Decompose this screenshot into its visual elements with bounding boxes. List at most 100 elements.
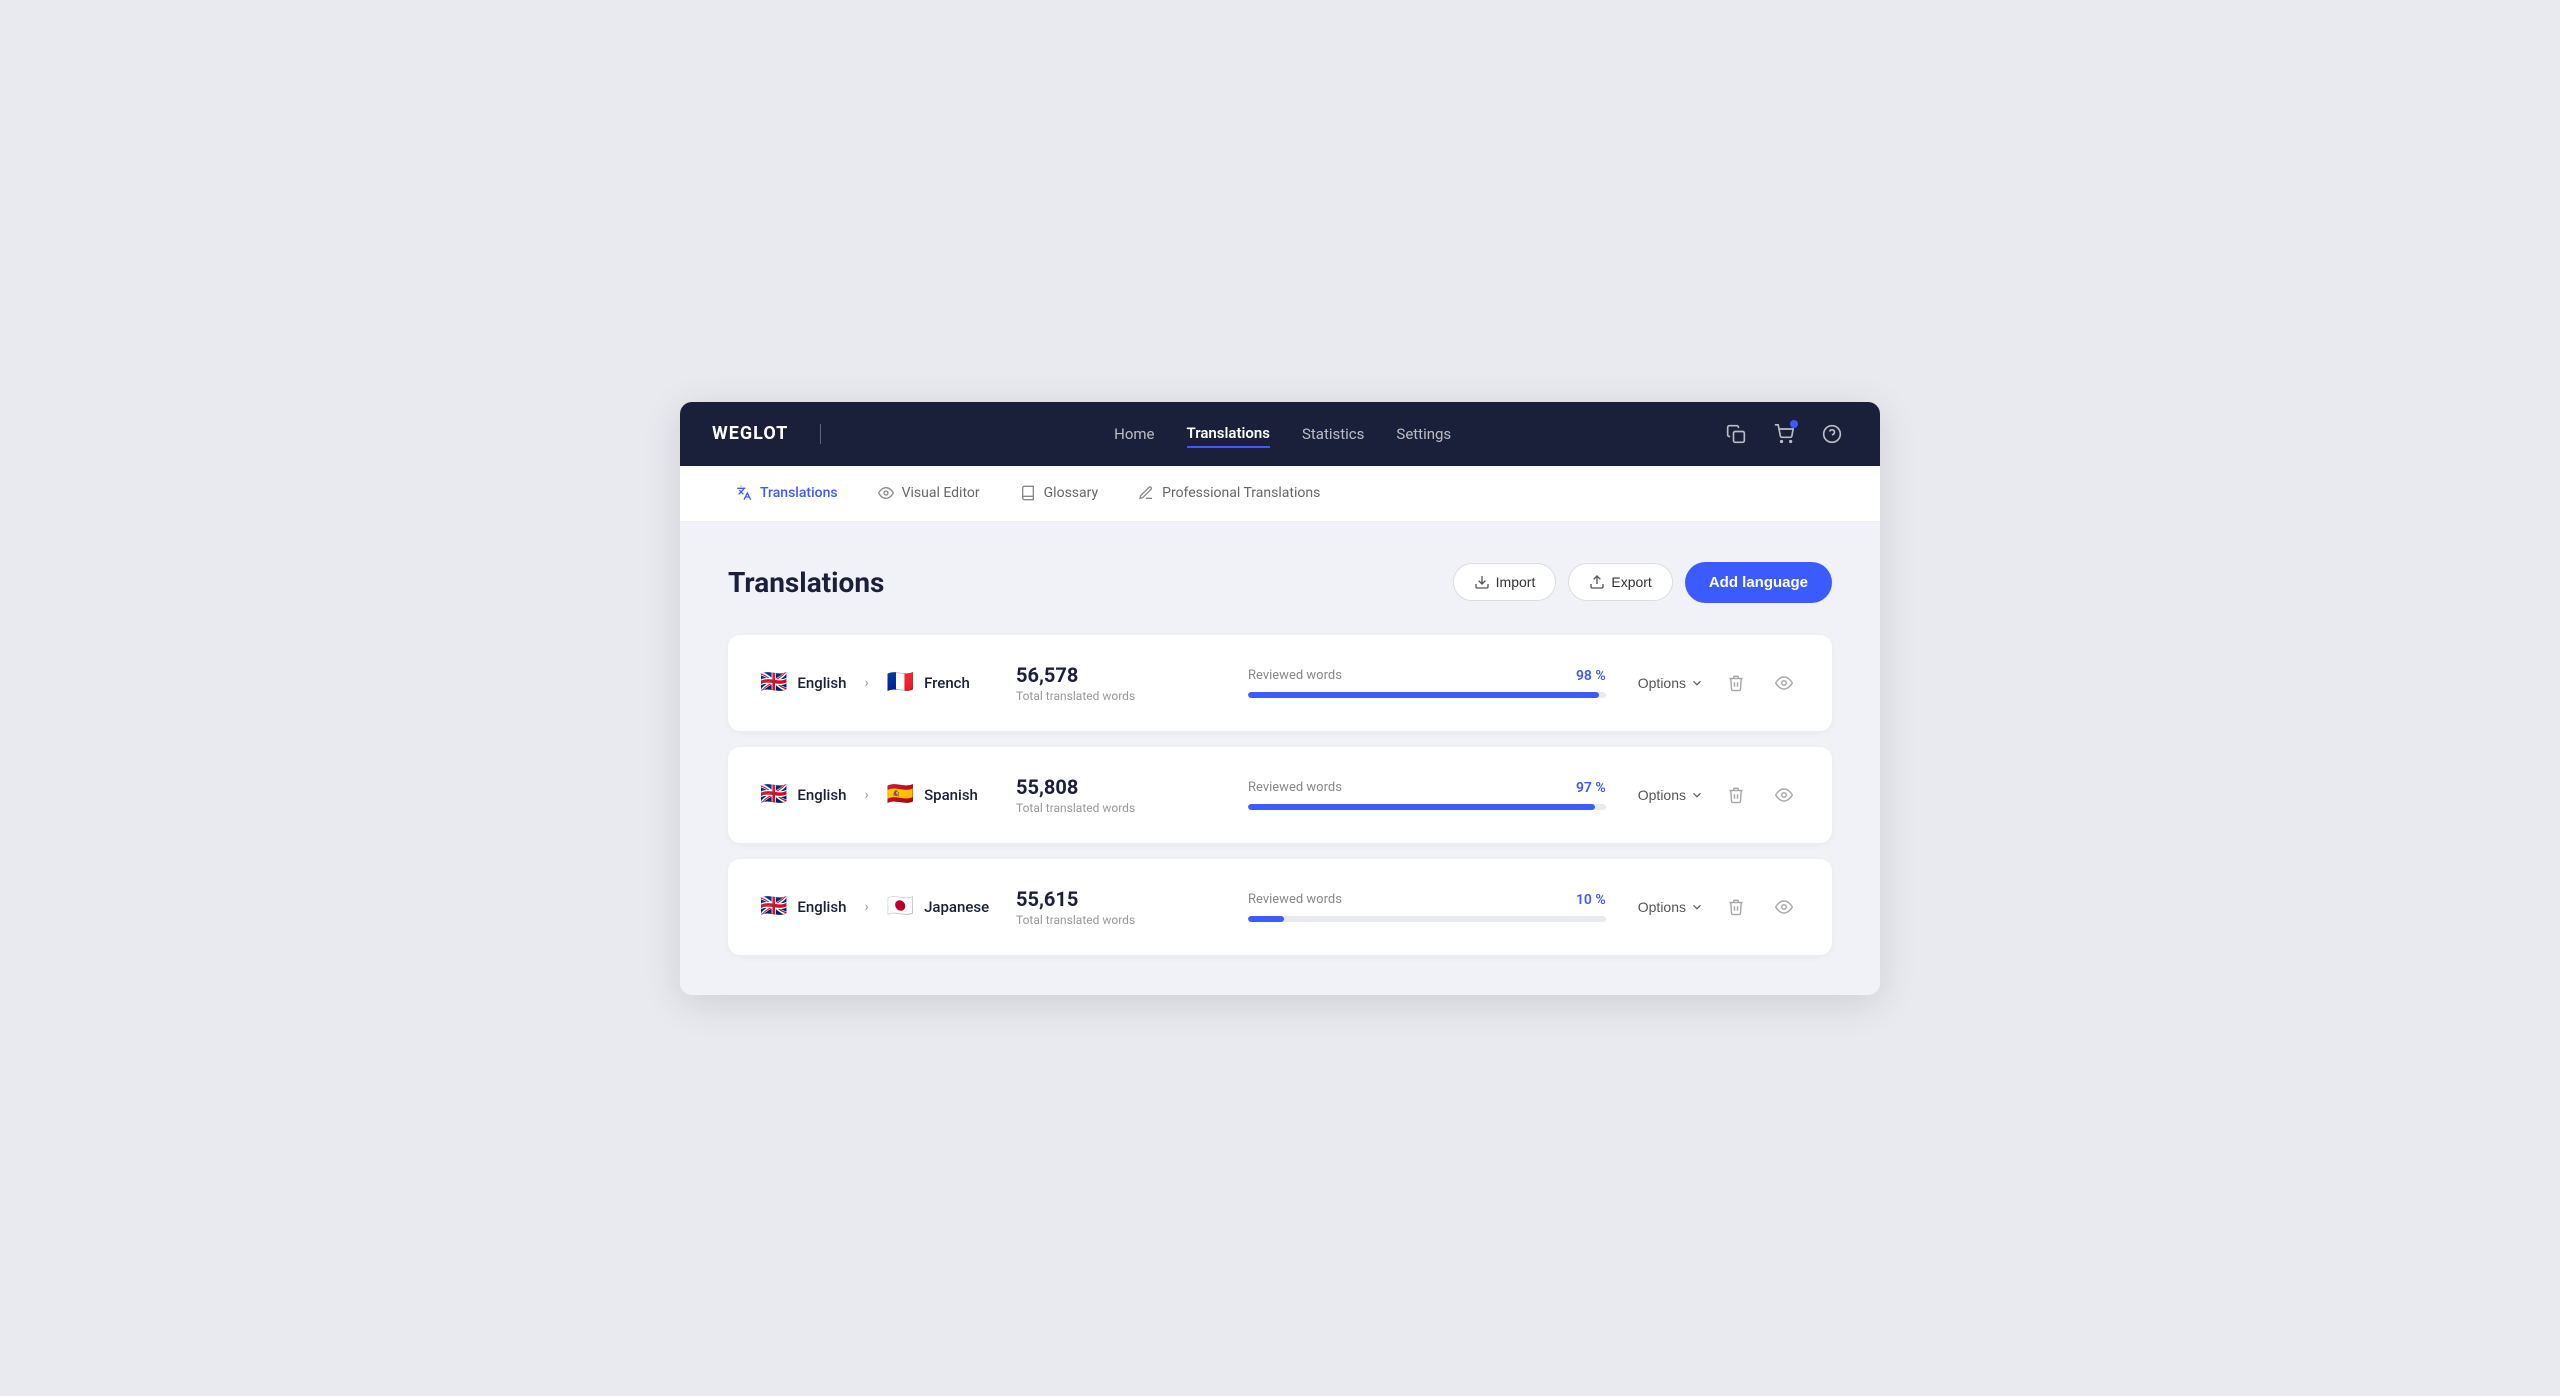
word-count-section-1: 55,808 Total translated words bbox=[1016, 775, 1216, 815]
book-icon bbox=[1020, 485, 1036, 501]
progress-header-0: Reviewed words 98 % bbox=[1248, 668, 1606, 684]
progress-section-1: Reviewed words 97 % bbox=[1248, 780, 1606, 810]
subnav-translations-label: Translations bbox=[760, 485, 838, 501]
trash-icon bbox=[1727, 898, 1745, 916]
help-icon-button[interactable] bbox=[1816, 418, 1848, 450]
visibility-button-2[interactable] bbox=[1768, 891, 1800, 923]
progress-header-2: Reviewed words 10 % bbox=[1248, 892, 1606, 908]
trash-icon bbox=[1727, 786, 1745, 804]
word-count-label-0: Total translated words bbox=[1016, 689, 1216, 703]
delete-button-1[interactable] bbox=[1720, 779, 1752, 811]
import-label: Import bbox=[1496, 574, 1536, 590]
arrow-0: › bbox=[864, 675, 868, 691]
translation-card: 🇬🇧 English › 🇯🇵 Japanese 55,615 Total tr… bbox=[728, 859, 1832, 955]
subnav-visual-editor-label: Visual Editor bbox=[902, 485, 980, 501]
help-icon bbox=[1822, 424, 1842, 444]
target-lang-2: Japanese bbox=[924, 898, 989, 916]
progress-pct-1: 97 % bbox=[1576, 780, 1606, 796]
progress-pct-0: 98 % bbox=[1576, 668, 1606, 684]
nav-settings[interactable]: Settings bbox=[1396, 421, 1451, 447]
eye-icon bbox=[878, 485, 894, 501]
import-button[interactable]: Import bbox=[1453, 563, 1557, 601]
progress-pct-2: 10 % bbox=[1576, 892, 1606, 908]
progress-bar-track-0 bbox=[1248, 692, 1606, 698]
cart-icon-button[interactable] bbox=[1768, 418, 1800, 450]
target-lang-1: Spanish bbox=[924, 786, 978, 804]
word-count-2: 55,615 bbox=[1016, 887, 1216, 911]
progress-bar-track-2 bbox=[1248, 916, 1606, 922]
arrow-1: › bbox=[864, 787, 868, 803]
eye-visibility-icon bbox=[1775, 898, 1793, 916]
trash-icon bbox=[1727, 674, 1745, 692]
lang-pair: 🇬🇧 English › 🇪🇸 Spanish bbox=[760, 784, 1000, 806]
subnav-glossary-label: Glossary bbox=[1044, 485, 1098, 501]
source-lang-2: English bbox=[797, 898, 846, 916]
target-flag-0: 🇫🇷 bbox=[887, 672, 914, 694]
source-lang-0: English bbox=[797, 674, 846, 692]
delete-button-2[interactable] bbox=[1720, 891, 1752, 923]
add-language-label: Add language bbox=[1709, 574, 1808, 591]
subnav-translations[interactable]: Translations bbox=[720, 477, 854, 509]
progress-bar-fill-1 bbox=[1248, 804, 1595, 810]
target-lang-0: French bbox=[924, 674, 970, 692]
translation-card: 🇬🇧 English › 🇪🇸 Spanish 55,808 Total tra… bbox=[728, 747, 1832, 843]
page-header: Translations Import Export Add language bbox=[728, 562, 1832, 603]
options-button-1[interactable]: Options bbox=[1638, 787, 1704, 803]
progress-header-1: Reviewed words 97 % bbox=[1248, 780, 1606, 796]
word-count-section-2: 55,615 Total translated words bbox=[1016, 887, 1216, 927]
target-flag-2: 🇯🇵 bbox=[887, 896, 914, 918]
source-flag-2: 🇬🇧 bbox=[760, 896, 787, 918]
card-actions-2: Options bbox=[1638, 891, 1800, 923]
visibility-button-0[interactable] bbox=[1768, 667, 1800, 699]
chevron-down-icon bbox=[1690, 900, 1704, 914]
delete-button-0[interactable] bbox=[1720, 667, 1752, 699]
nav-translations[interactable]: Translations bbox=[1187, 420, 1270, 448]
source-flag-1: 🇬🇧 bbox=[760, 784, 787, 806]
card-actions-1: Options bbox=[1638, 779, 1800, 811]
export-button[interactable]: Export bbox=[1568, 563, 1672, 601]
translation-card: 🇬🇧 English › 🇫🇷 French 56,578 Total tran… bbox=[728, 635, 1832, 731]
source-lang-1: English bbox=[797, 786, 846, 804]
import-icon bbox=[1474, 574, 1490, 590]
target-flag-1: 🇪🇸 bbox=[887, 784, 914, 806]
export-icon bbox=[1589, 574, 1605, 590]
copy-icon bbox=[1726, 424, 1746, 444]
nav-home[interactable]: Home bbox=[1114, 421, 1154, 447]
arrow-2: › bbox=[864, 899, 868, 915]
pen-icon bbox=[1138, 485, 1154, 501]
main-content: Translations Import Export Add language bbox=[680, 522, 1880, 995]
page-title: Translations bbox=[728, 566, 884, 599]
brand-logo: WEGLOT bbox=[712, 423, 788, 444]
progress-section-0: Reviewed words 98 % bbox=[1248, 668, 1606, 698]
subnav-professional-label: Professional Translations bbox=[1162, 485, 1320, 501]
header-actions: Import Export Add language bbox=[1453, 562, 1832, 603]
app-window: WEGLOT Home Translations Statistics Sett… bbox=[680, 402, 1880, 995]
progress-bar-fill-2 bbox=[1248, 916, 1284, 922]
word-count-1: 55,808 bbox=[1016, 775, 1216, 799]
word-count-0: 56,578 bbox=[1016, 663, 1216, 687]
nav-statistics[interactable]: Statistics bbox=[1302, 421, 1364, 447]
export-label: Export bbox=[1611, 574, 1651, 590]
nav-divider bbox=[820, 424, 821, 444]
word-count-section-0: 56,578 Total translated words bbox=[1016, 663, 1216, 703]
word-count-label-1: Total translated words bbox=[1016, 801, 1216, 815]
eye-visibility-icon bbox=[1775, 674, 1793, 692]
chevron-down-icon bbox=[1690, 676, 1704, 690]
options-button-0[interactable]: Options bbox=[1638, 675, 1704, 691]
progress-section-2: Reviewed words 10 % bbox=[1248, 892, 1606, 922]
subnav-glossary[interactable]: Glossary bbox=[1004, 477, 1114, 509]
nav-actions bbox=[1720, 418, 1848, 450]
add-language-button[interactable]: Add language bbox=[1685, 562, 1832, 603]
subnav-visual-editor[interactable]: Visual Editor bbox=[862, 477, 996, 509]
word-count-label-2: Total translated words bbox=[1016, 913, 1216, 927]
card-actions-0: Options bbox=[1638, 667, 1800, 699]
copy-icon-button[interactable] bbox=[1720, 418, 1752, 450]
nav-links: Home Translations Statistics Settings bbox=[845, 420, 1720, 448]
visibility-button-1[interactable] bbox=[1768, 779, 1800, 811]
options-button-2[interactable]: Options bbox=[1638, 899, 1704, 915]
reviewed-label-2: Reviewed words bbox=[1248, 892, 1342, 907]
reviewed-label-0: Reviewed words bbox=[1248, 668, 1342, 683]
top-nav: WEGLOT Home Translations Statistics Sett… bbox=[680, 402, 1880, 466]
lang-pair: 🇬🇧 English › 🇫🇷 French bbox=[760, 672, 1000, 694]
subnav-professional[interactable]: Professional Translations bbox=[1122, 477, 1336, 509]
